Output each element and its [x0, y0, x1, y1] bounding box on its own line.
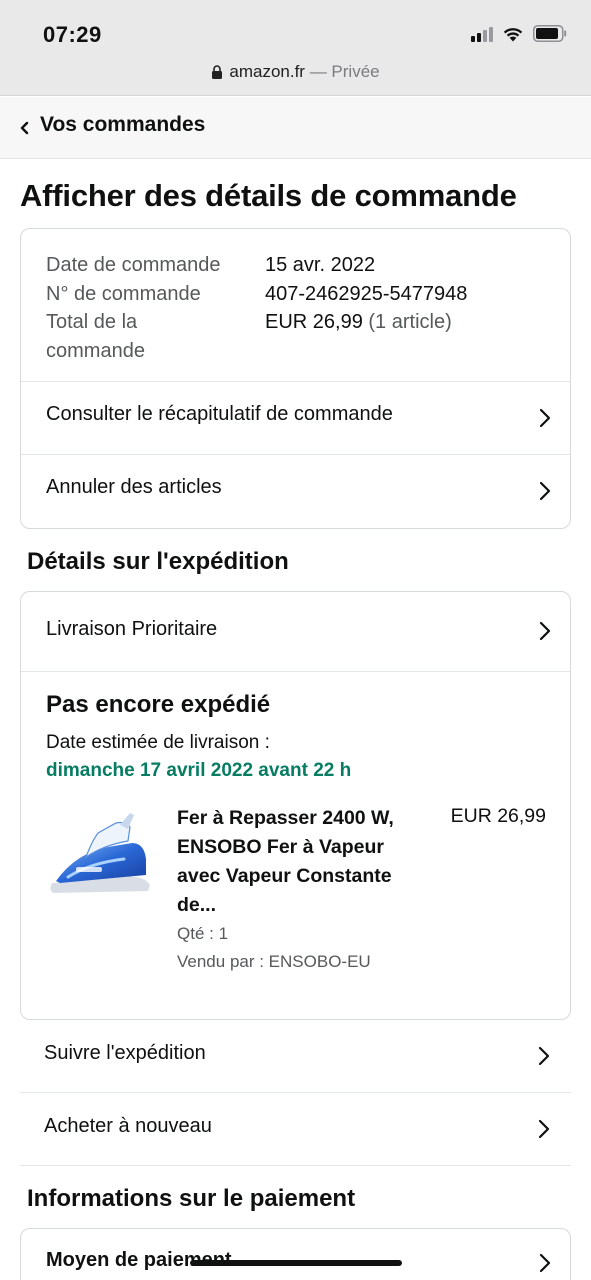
home-indicator[interactable] [190, 1260, 402, 1266]
view-order-summary-row[interactable]: Consulter le récapitulatif de commande [21, 381, 570, 454]
shipment-card: Livraison Prioritaire Pas encore expédié… [20, 591, 571, 1020]
status-icons [471, 25, 567, 42]
chevron-right-icon [539, 1253, 551, 1273]
cancel-items-row[interactable]: Annuler des articles [21, 454, 570, 527]
product-title-line2: ENSOBO Fer à Vapeur [177, 836, 384, 858]
order-summary-card: Date de commande 15 avr. 2022 N° de comm… [20, 228, 571, 529]
shipment-status: Pas encore expédié [46, 691, 271, 718]
track-shipment-label: Suivre l'expédition [44, 1042, 206, 1064]
url-domain: amazon.fr [229, 62, 305, 81]
product-quantity: Qté : 1 [177, 924, 229, 943]
track-shipment-row[interactable]: Suivre l'expédition [20, 1020, 571, 1093]
chevron-right-icon [539, 408, 551, 428]
eta-date: dimanche 17 avril 2022 avant 22 h [46, 760, 352, 781]
product-title-line1: Fer à Repasser 2400 W, [177, 807, 394, 829]
browser-chrome: 07:29 amazon.fr — Privée [0, 0, 591, 96]
payment-method-row[interactable]: Moyen de paiement [20, 1228, 571, 1280]
buy-again-row[interactable]: Acheter à nouveau [20, 1093, 571, 1166]
payment-section-title: Informations sur le paiement [27, 1185, 356, 1212]
eta-label: Date estimée de livraison : [46, 732, 270, 753]
product-seller: Vendu par : ENSOBO-EU [177, 952, 371, 971]
chevron-right-icon [539, 481, 551, 501]
delivery-method-row[interactable]: Livraison Prioritaire [21, 592, 570, 672]
back-nav-bar[interactable]: Vos commandes [0, 97, 591, 159]
product-title-line4: de... [177, 894, 217, 916]
order-date-label: Date de commande [46, 254, 221, 276]
shipping-section-title: Détails sur l'expédition [27, 548, 289, 575]
order-total-label-line1: Total de la [46, 311, 138, 333]
product-title[interactable]: Fer à Repasser 2400 W, ENSOBO Fer à Vape… [177, 804, 427, 920]
delivery-method-label: Livraison Prioritaire [46, 618, 218, 640]
cancel-items-label: Annuler des articles [46, 476, 222, 498]
order-total-value-wrap: EUR 26,99 (1 article) [265, 308, 452, 337]
buy-again-label: Acheter à nouveau [44, 1115, 212, 1137]
order-number-label: N° de commande [46, 282, 201, 305]
wifi-icon [502, 26, 524, 42]
battery-icon [533, 25, 567, 42]
chevron-right-icon [539, 621, 551, 641]
cellular-signal-icon [471, 26, 493, 42]
product-price: EUR 26,99 [450, 805, 546, 827]
chevron-right-icon [538, 1119, 550, 1139]
order-number-value: 407-2462925-5477948 [265, 282, 468, 305]
status-time: 07:29 [43, 22, 102, 47]
order-total-label-line2: commande [46, 339, 145, 362]
chevron-right-icon [538, 1046, 550, 1066]
back-link[interactable]: Vos commandes [40, 113, 205, 137]
order-item-count: (1 article) [362, 311, 452, 333]
view-order-summary-label: Consulter le récapitulatif de commande [46, 403, 393, 425]
order-date-value: 15 avr. 2022 [265, 254, 376, 276]
lock-icon [211, 64, 223, 84]
order-total-value: EUR 26,99 [265, 311, 363, 333]
steam-iron-product-image[interactable] [46, 807, 156, 902]
url-bar[interactable]: amazon.fr — Privée [0, 62, 591, 84]
product-title-line3: avec Vapeur Constante [177, 865, 392, 887]
chevron-left-icon [20, 121, 29, 135]
page-title: Afficher des détails de commande [20, 178, 517, 213]
private-mode-label: — Privée [304, 62, 380, 81]
